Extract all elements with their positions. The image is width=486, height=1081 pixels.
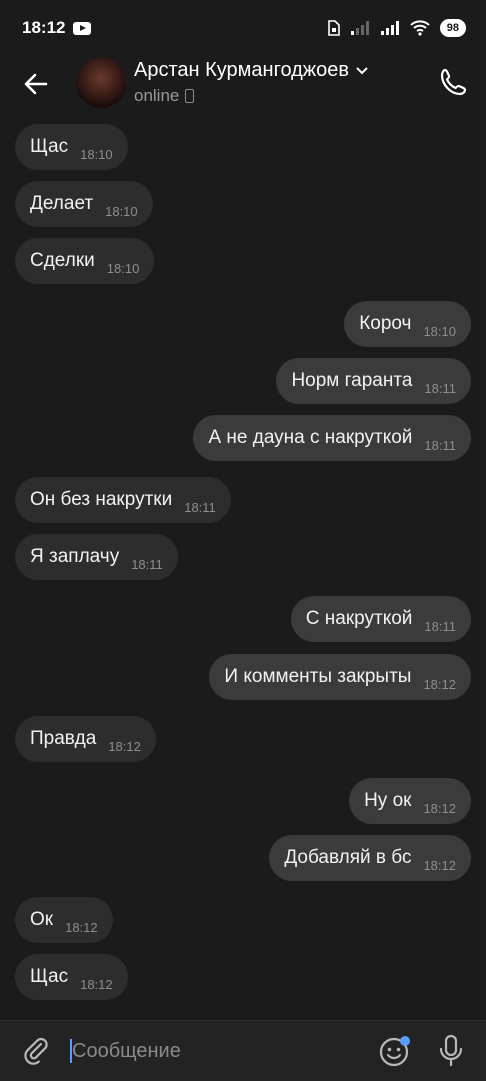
message-time: 18:12 (423, 800, 456, 816)
incoming-message[interactable]: Щас 18:12 (15, 954, 128, 1000)
message-time: 18:12 (423, 857, 456, 873)
message-time: 18:10 (106, 260, 140, 276)
attachment-icon[interactable] (20, 1035, 50, 1065)
message-text: Сделки (30, 250, 95, 271)
message-time: 18:10 (105, 203, 138, 219)
message-time: 18:11 (424, 618, 456, 634)
message-text: Он без накрутки (30, 489, 173, 510)
outgoing-message[interactable]: Добавляй в бс 18:12 (269, 835, 471, 881)
message-input[interactable]: Сообщение (72, 1040, 181, 1063)
incoming-message[interactable]: Сделки 18:10 (15, 238, 155, 284)
message-text: А не дауна с накруткой (208, 427, 413, 448)
outgoing-message[interactable]: Короч 18:10 (344, 301, 471, 347)
message-text: Щас (30, 136, 69, 157)
message-time: 18:11 (424, 437, 456, 453)
message-time: 18:12 (65, 919, 98, 935)
message-text: Короч (359, 313, 412, 334)
message-text: Норм гаранта (291, 370, 413, 391)
message-text: Ок (30, 909, 54, 930)
outgoing-message[interactable]: И комменты закрыты 18:12 (209, 654, 471, 700)
incoming-message[interactable]: Я заплачу 18:11 (15, 534, 178, 580)
message-time: 18:12 (423, 676, 456, 692)
incoming-message[interactable]: Правда 18:12 (15, 716, 156, 762)
emoji-sticker-icon[interactable] (378, 1035, 412, 1067)
message-time: 18:10 (80, 146, 113, 162)
message-text: Правда (30, 728, 97, 749)
message-text: Ну ок (364, 790, 412, 811)
incoming-message[interactable]: Щас 18:10 (15, 124, 128, 170)
message-time: 18:12 (80, 976, 113, 992)
message-text: И комменты закрыты (224, 666, 412, 687)
outgoing-message[interactable]: С накруткой 18:11 (290, 596, 471, 642)
outgoing-message[interactable]: Норм гаранта 18:11 (276, 358, 471, 404)
message-text: Я заплачу (30, 546, 120, 567)
message-time: 18:11 (184, 499, 216, 515)
message-list: Щас 18:10 Делает 18:10 Сделки 18:10 Короч 18:10… (0, 0, 486, 1020)
message-composer: Сообщение (0, 1020, 486, 1081)
message-time: 18:12 (108, 738, 141, 754)
message-text: Щас (30, 966, 69, 987)
incoming-message[interactable]: Он без накрутки 18:11 (15, 477, 231, 523)
message-text: Добавляй в бс (284, 847, 412, 868)
incoming-message[interactable]: Ок 18:12 (15, 897, 113, 943)
microphone-icon[interactable] (436, 1034, 466, 1068)
message-text: Делает (30, 193, 94, 214)
message-text: С накруткой (305, 608, 413, 629)
outgoing-message[interactable]: Ну ок 18:12 (349, 778, 471, 824)
message-time: 18:11 (131, 556, 163, 572)
incoming-message[interactable]: Делает 18:10 (15, 181, 153, 227)
message-time: 18:11 (424, 380, 456, 396)
outgoing-message[interactable]: А не дауна с накруткой 18:11 (193, 415, 471, 461)
message-time: 18:10 (423, 323, 456, 339)
